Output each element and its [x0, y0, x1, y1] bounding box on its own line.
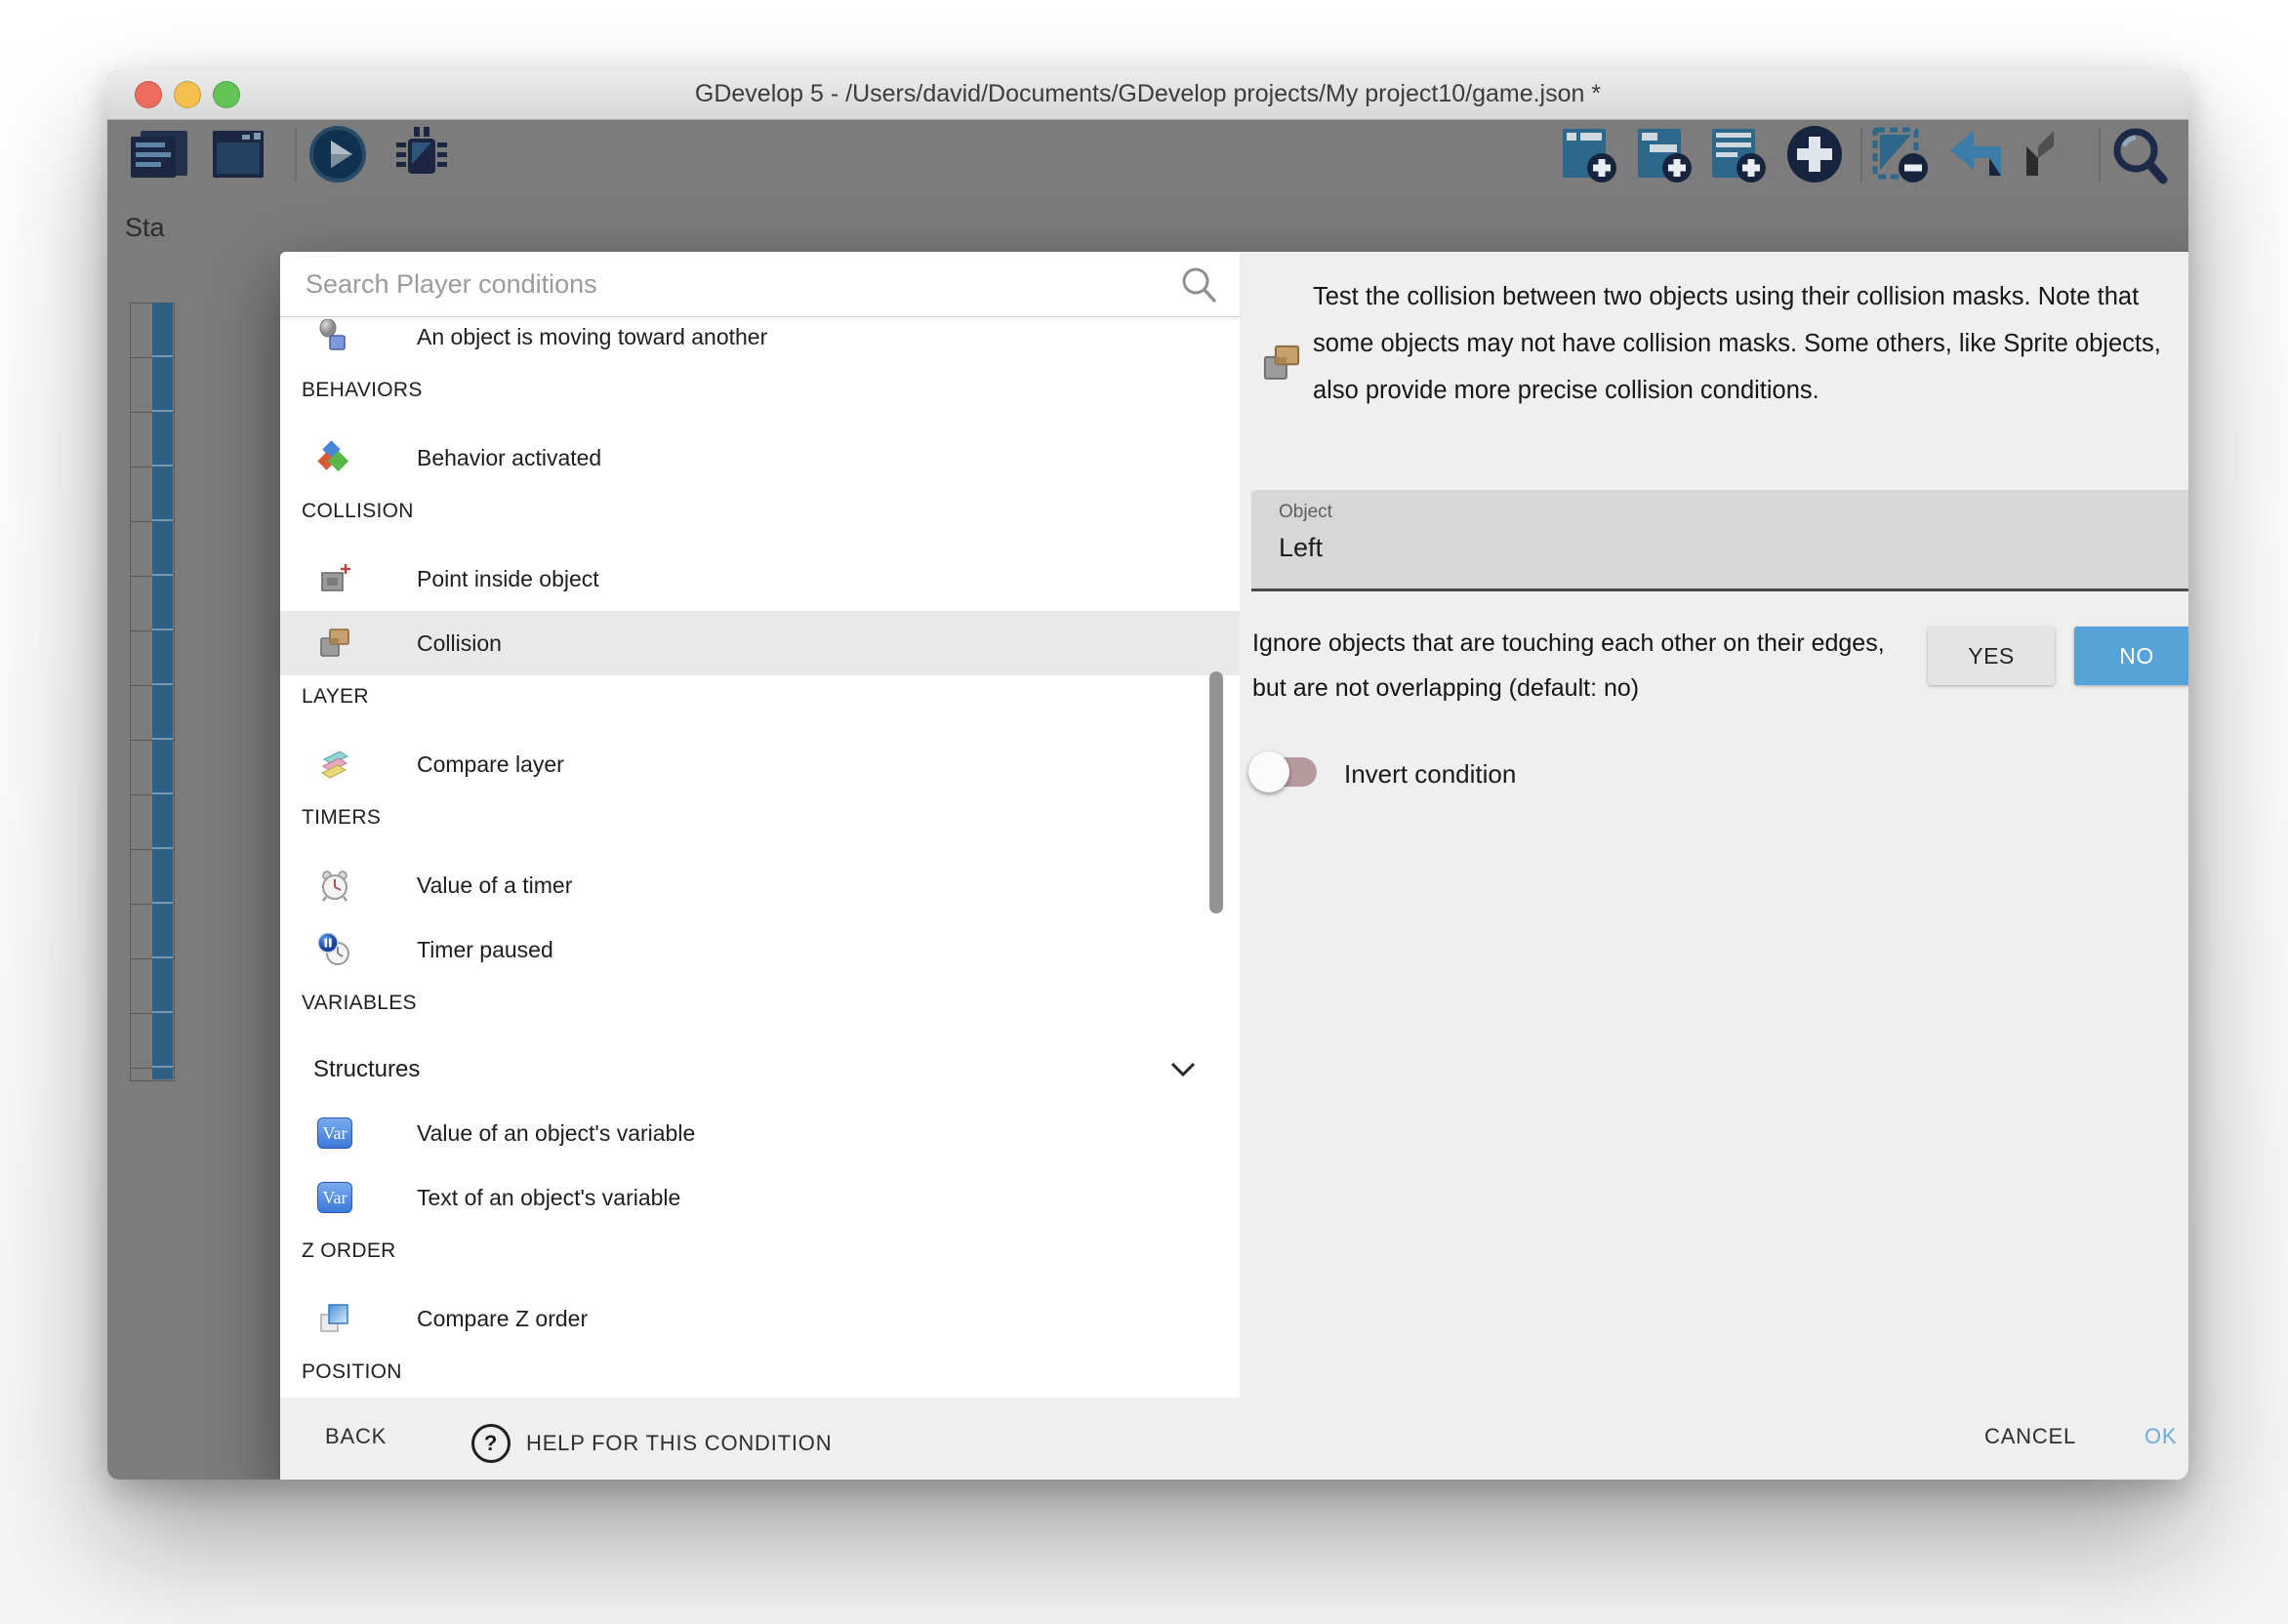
add-external-events-icon[interactable] — [1636, 127, 1693, 183]
add-scene-icon[interactable] — [1561, 127, 1617, 183]
timer-paused-icon — [317, 932, 352, 967]
scene-tab-partial-label: Sta — [125, 213, 165, 243]
app-window: GDevelop 5 - /Users/david/Documents/GDev… — [107, 70, 2188, 1480]
search-bar — [280, 252, 1240, 317]
redo-icon[interactable] — [2019, 129, 2081, 180]
scene-window-icon[interactable] — [209, 129, 267, 180]
condition-list-item[interactable]: Collision — [280, 611, 1240, 675]
search-icon — [1179, 265, 1218, 304]
condition-list-item[interactable]: Value of a timer — [280, 853, 1240, 917]
condition-group-header: Z ORDER — [280, 1239, 1240, 1286]
ignore-edges-question: Ignore objects that are touching each ot… — [1252, 621, 1887, 710]
condition-group-header: POSITION — [280, 1360, 1240, 1398]
condition-list-item[interactable]: Timer paused — [280, 917, 1240, 982]
invert-condition-label: Invert condition — [1344, 759, 1516, 790]
list-scrollbar-thumb[interactable] — [1209, 671, 1223, 914]
zoom-search-icon[interactable] — [2110, 125, 2171, 185]
condition-group-header: VARIABLES — [280, 992, 1240, 1038]
toolbar-separator — [1860, 127, 1862, 182]
behavior-icon — [317, 440, 352, 475]
debug-icon[interactable] — [390, 125, 453, 183]
invert-condition-toggle[interactable] — [1252, 757, 1317, 787]
ok-button[interactable]: OK — [2139, 1423, 2183, 1450]
moving-toward-icon — [317, 319, 352, 354]
var-icon: Var — [317, 1117, 352, 1149]
condition-group-header: LAYER — [280, 685, 1240, 732]
help-button-label: HELP FOR THIS CONDITION — [526, 1431, 832, 1456]
layers-icon — [317, 747, 352, 782]
toggle-knob — [1248, 751, 1289, 792]
condition-group-header: TIMERS — [280, 806, 1240, 853]
collision-icon — [1260, 342, 1303, 385]
var-icon: Var — [317, 1182, 352, 1213]
point-inside-icon — [317, 561, 352, 596]
cancel-button[interactable]: CANCEL — [1979, 1423, 2082, 1450]
condition-group-header: COLLISION — [280, 500, 1240, 547]
condition-list-item[interactable]: Behavior activated — [280, 426, 1240, 490]
back-button[interactable]: BACK — [319, 1423, 392, 1450]
yes-button[interactable]: YES — [1928, 627, 2055, 685]
play-icon[interactable] — [308, 125, 367, 183]
object-field[interactable]: Object Left — [1251, 490, 2188, 591]
zorder-icon — [317, 1301, 352, 1336]
timer-icon — [317, 868, 352, 903]
condition-list-item[interactable]: Compare layer — [280, 732, 1240, 796]
remove-icon[interactable] — [1872, 127, 1931, 183]
dialog-footer: BACK ? HELP FOR THIS CONDITION CANCEL OK — [280, 1398, 2188, 1480]
toolbar-separator — [2099, 127, 2101, 182]
object-field-value: Left — [1279, 533, 1323, 563]
condition-group-header: BEHAVIORS — [280, 379, 1240, 426]
condition-list-item[interactable]: Var Text of an object's variable — [280, 1165, 1240, 1230]
accordion-structures[interactable]: Structures — [280, 1038, 1240, 1101]
help-icon: ? — [471, 1424, 511, 1463]
toolbar-separator — [295, 127, 297, 182]
collision-icon — [317, 626, 352, 661]
chevron-down-icon — [1169, 1061, 1197, 1078]
conditions-list: An object is moving toward another BEHAVI… — [280, 316, 1240, 1398]
condition-list-item[interactable]: An object is moving toward another — [280, 316, 1240, 369]
condition-list-item[interactable]: Compare Z order — [280, 1286, 1240, 1351]
project-manager-icon[interactable] — [127, 129, 191, 180]
window-title: GDevelop 5 - /Users/david/Documents/GDev… — [107, 80, 2188, 108]
no-button[interactable]: NO — [2074, 627, 2188, 685]
undo-icon[interactable] — [1946, 129, 2003, 180]
titlebar: GDevelop 5 - /Users/david/Documents/GDev… — [107, 70, 2188, 120]
events-selection-highlight — [152, 303, 173, 1079]
condition-description: Test the collision between two objects u… — [1313, 273, 2188, 414]
condition-list-item[interactable]: Point inside object — [280, 547, 1240, 611]
object-field-label: Object — [1279, 502, 1332, 523]
conditions-panel: An object is moving toward another BEHAVI… — [280, 252, 1240, 1399]
screenshot-root: GDevelop 5 - /Users/david/Documents/GDev… — [0, 0, 2288, 1624]
choose-condition-dialog: An object is moving toward another BEHAVI… — [280, 252, 2188, 1480]
add-plus-icon[interactable] — [1784, 125, 1845, 183]
search-input[interactable] — [304, 258, 1147, 310]
condition-list-item[interactable]: Var Value of an object's variable — [280, 1101, 1240, 1165]
add-external-layout-icon[interactable] — [1710, 127, 1767, 183]
help-button[interactable]: ? HELP FOR THIS CONDITION — [466, 1423, 838, 1464]
